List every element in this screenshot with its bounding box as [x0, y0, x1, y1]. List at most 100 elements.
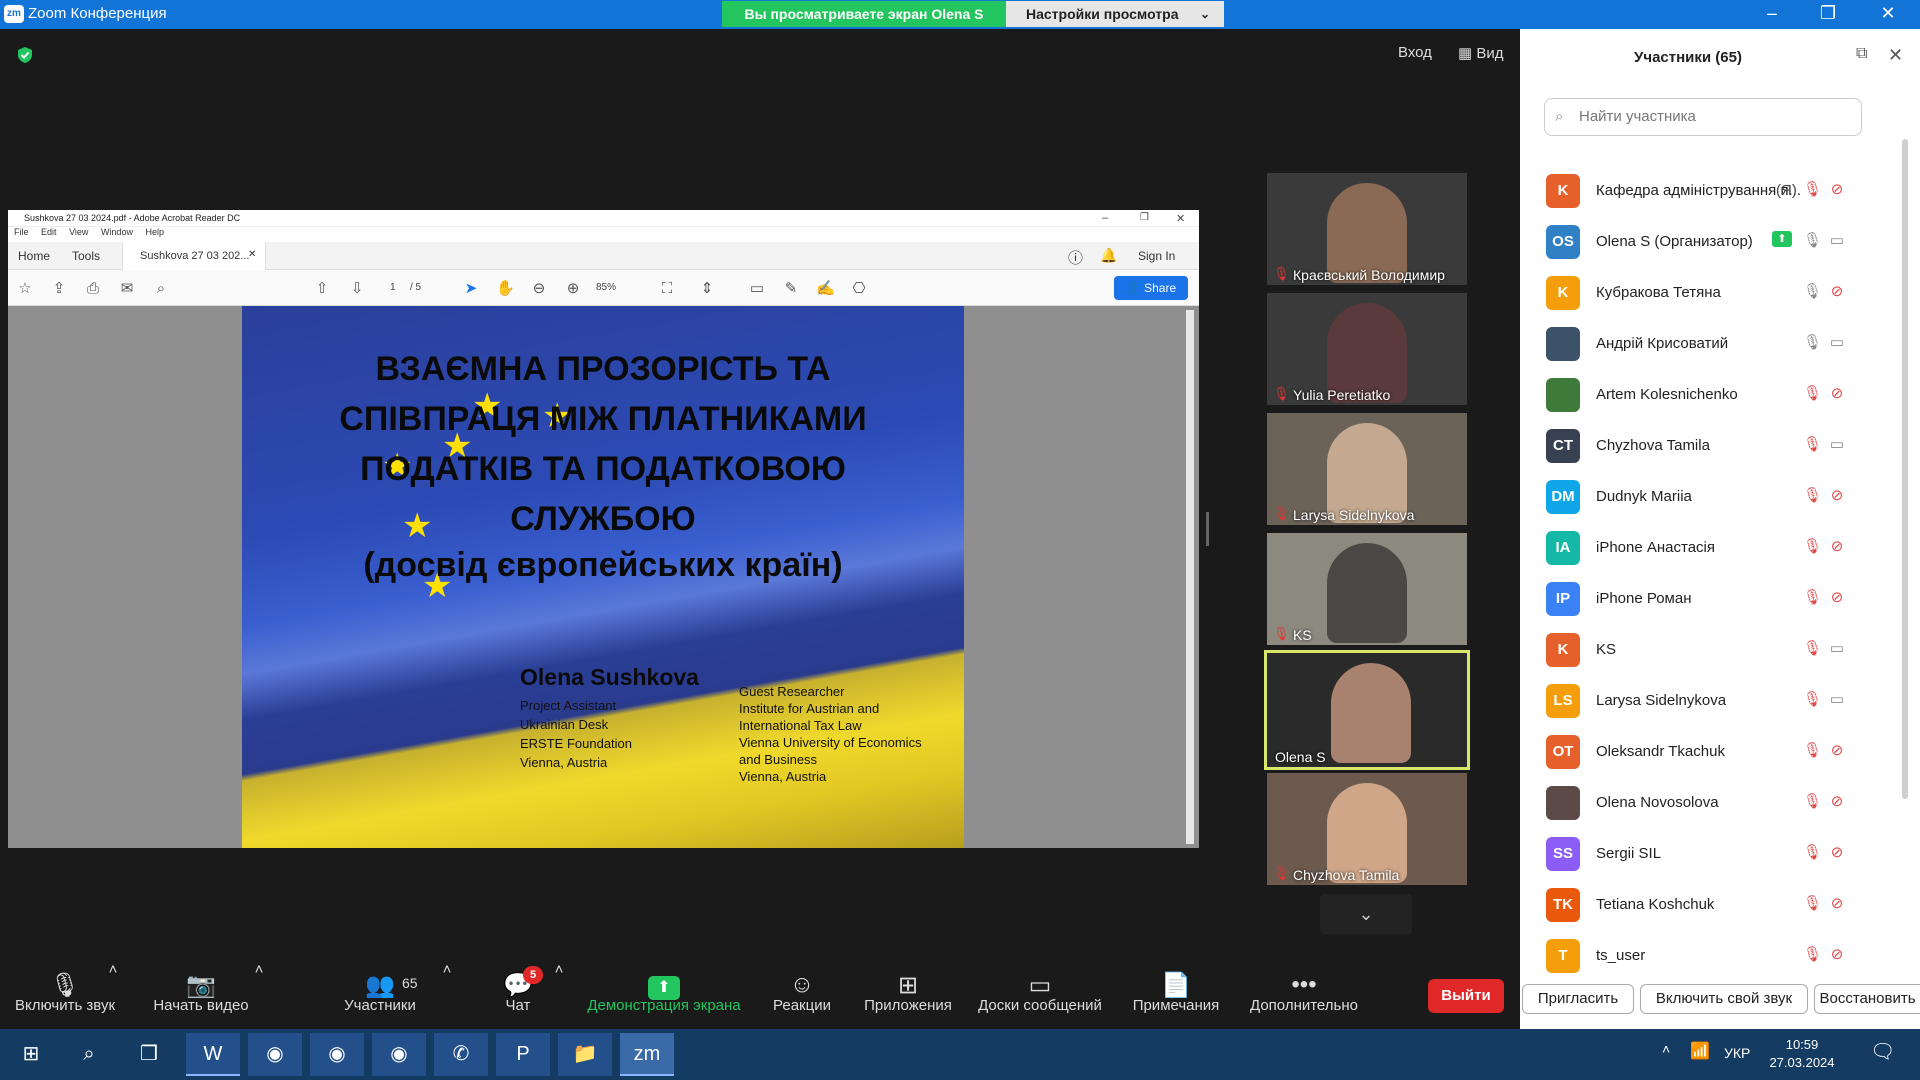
input-language[interactable]: УКР — [1724, 1045, 1750, 1061]
participant-row[interactable]: K KS 🎙 ▭ — [1520, 625, 1900, 676]
video-off-icon[interactable]: ⊘ — [1826, 537, 1848, 555]
viber-app-icon[interactable]: ✆ — [434, 1033, 488, 1076]
chrome-app-icon[interactable]: ◉ — [372, 1033, 426, 1076]
start-video-button[interactable]: 📷 Начать видео — [146, 961, 256, 1029]
popout-icon[interactable]: ⧉ — [1856, 45, 1878, 67]
video-tile[interactable]: 🎙 Краєвський Володимир — [1267, 173, 1467, 285]
video-options-caret-icon[interactable]: ˄ — [254, 961, 264, 978]
restore-icon[interactable]: ❐ — [1808, 3, 1848, 24]
apps-button[interactable]: ⊞ Приложения — [860, 961, 956, 1029]
mic-muted-icon[interactable]: 🎙 — [1803, 894, 1822, 912]
mic-muted-icon[interactable]: 🎙 — [1803, 180, 1822, 198]
video-tile-active-speaker[interactable]: Olena S — [1264, 650, 1470, 770]
mic-muted-icon[interactable]: 🎙 — [1803, 435, 1822, 453]
minimize-icon[interactable]: – — [1752, 3, 1792, 24]
unmute-button[interactable]: 🎙 Включить звук — [10, 961, 120, 1029]
chrome-app-icon[interactable]: ◉ — [310, 1033, 364, 1076]
split-drag-handle[interactable] — [1206, 512, 1209, 546]
task-view-icon[interactable]: ❒ — [122, 1033, 176, 1076]
video-tile[interactable]: 🎙 Larysa Sidelnykova — [1267, 413, 1467, 525]
video-off-icon[interactable]: ⊘ — [1826, 282, 1848, 300]
participant-row[interactable]: Olena Novosolova 🎙 ⊘ — [1520, 778, 1900, 829]
chrome-app-icon[interactable]: ◉ — [248, 1033, 302, 1076]
video-tile[interactable]: 🎙 Chyzhova Tamila — [1267, 773, 1467, 885]
mic-icon[interactable]: 🎙 — [1803, 282, 1822, 300]
windows-start-icon[interactable]: ⊞ — [4, 1033, 58, 1076]
video-off-icon[interactable]: ⊘ — [1826, 588, 1848, 606]
video-tile[interactable]: 🎙 Yulia Peretiatko — [1267, 293, 1467, 405]
close-icon[interactable]: ✕ — [1868, 3, 1908, 24]
participant-row[interactable]: K Кафедра адміністрування п... (Я) 🎙 ⊘ — [1520, 166, 1900, 217]
zoom-app-icon[interactable]: zm — [620, 1033, 674, 1076]
mic-muted-icon[interactable]: 🎙 — [1803, 639, 1822, 657]
notifications-icon[interactable]: 🗨 — [1870, 1039, 1895, 1064]
login-button[interactable]: Вход — [1398, 44, 1432, 61]
video-icon[interactable]: ▭ — [1826, 639, 1848, 657]
participant-row[interactable]: IA iPhone Анастасія 🎙 ⊘ — [1520, 523, 1900, 574]
file-explorer-icon[interactable]: 📁 — [558, 1033, 612, 1076]
participant-row[interactable]: Андрій Крисоватий 🎙 ▭ — [1520, 319, 1900, 370]
whiteboards-button[interactable]: ▭ Доски сообщений — [972, 961, 1108, 1029]
reactions-button[interactable]: ☺ Реакции — [762, 961, 842, 1029]
video-icon[interactable]: ▭ — [1826, 690, 1848, 708]
search-icon[interactable]: ⌕ — [62, 1033, 116, 1076]
leave-button[interactable]: Выйти — [1428, 979, 1504, 1013]
video-icon[interactable]: ▭ — [1826, 435, 1848, 453]
mic-muted-icon[interactable]: 🎙 — [1803, 537, 1822, 555]
share-screen-button[interactable]: ⬆ Демонстрация экрана — [584, 961, 744, 1029]
panel-scrollbar[interactable] — [1902, 139, 1908, 799]
mic-muted-icon[interactable]: 🎙 — [1803, 945, 1822, 963]
mic-muted-icon[interactable]: 🎙 — [1803, 843, 1822, 861]
mic-muted-icon[interactable]: 🎙 — [1803, 486, 1822, 504]
participant-row[interactable]: DM Dudnyk Mariia 🎙 ⊘ — [1520, 472, 1900, 523]
word-app-icon[interactable]: W — [186, 1033, 240, 1076]
video-off-icon[interactable]: ⊘ — [1826, 792, 1848, 810]
mic-icon[interactable]: 🎙 — [1803, 333, 1822, 351]
participant-row[interactable]: TK Tetiana Koshchuk 🎙 ⊘ — [1520, 880, 1900, 931]
participant-row[interactable]: Tts_user 🎙 ⊘ — [1520, 931, 1900, 982]
participant-row[interactable]: CT Chyzhova Tamila 🎙 ▭ — [1520, 421, 1900, 472]
powerpoint-app-icon[interactable]: P — [496, 1033, 550, 1076]
mic-muted-icon[interactable]: 🎙 — [1803, 741, 1822, 759]
video-off-icon[interactable]: ⊘ — [1826, 843, 1848, 861]
video-tile[interactable]: 🎙 KS — [1267, 533, 1467, 645]
video-icon[interactable]: ▭ — [1826, 333, 1848, 351]
participant-row[interactable]: SS Sergii SIL 🎙 ⊘ — [1520, 829, 1900, 880]
video-off-icon[interactable]: ⊘ — [1826, 741, 1848, 759]
more-button[interactable]: ••• Дополнительно — [1246, 961, 1362, 1029]
unmute-self-button[interactable]: Включить свой звук — [1640, 984, 1808, 1014]
video-off-icon[interactable]: ⊘ — [1826, 384, 1848, 402]
invite-button[interactable]: Пригласить — [1522, 984, 1634, 1014]
participants-caret-icon[interactable]: ˄ — [442, 961, 452, 978]
participant-row[interactable]: K Кубракова Тетяна 🎙 ⊘ — [1520, 268, 1900, 319]
video-off-icon[interactable]: ⊘ — [1826, 180, 1848, 198]
mic-muted-icon[interactable]: 🎙 — [1803, 792, 1822, 810]
system-clock[interactable]: 10:59 27.03.2024 — [1762, 1036, 1842, 1072]
more-videos-chevron-icon[interactable]: ⌄ — [1320, 894, 1412, 934]
participant-row[interactable]: IP iPhone Роман 🎙 ⊘ — [1520, 574, 1900, 625]
participant-row[interactable]: OS Olena S (Организатор) ⬆ 🎙 ▭ — [1520, 217, 1900, 268]
participant-row[interactable]: OT Oleksandr Tkachuk 🎙 ⊘ — [1520, 727, 1900, 778]
video-off-icon[interactable]: ⊘ — [1826, 945, 1848, 963]
mic-icon[interactable]: 🎙 — [1803, 231, 1822, 249]
wifi-icon[interactable]: 📶 — [1690, 1041, 1710, 1061]
tray-chevron-icon[interactable]: ˄ — [1662, 1041, 1670, 1057]
view-button[interactable]: ▦ Вид — [1458, 44, 1504, 62]
notes-button[interactable]: 📄 Примечания — [1126, 961, 1226, 1029]
video-off-icon[interactable]: ⊘ — [1826, 894, 1848, 912]
shield-icon[interactable] — [16, 46, 34, 64]
view-settings-dropdown[interactable]: Настройки просмотра ⌄ — [1006, 1, 1224, 27]
chat-caret-icon[interactable]: ˄ — [554, 961, 564, 978]
participant-row[interactable]: LS Larysa Sidelnykova 🎙 ▭ — [1520, 676, 1900, 727]
video-off-icon[interactable]: ⊘ — [1826, 486, 1848, 504]
mic-muted-icon[interactable]: 🎙 — [1803, 384, 1822, 402]
close-icon[interactable]: ✕ — [1888, 45, 1910, 67]
participant-row[interactable]: Artem Kolesnichenko 🎙 ⊘ — [1520, 370, 1900, 421]
video-icon[interactable]: ▭ — [1826, 231, 1848, 249]
participant-search-input[interactable]: ⌕ Найти участника — [1544, 98, 1862, 136]
restore-button[interactable]: Восстановить — [1814, 984, 1920, 1014]
audio-options-caret-icon[interactable]: ˄ — [108, 961, 118, 978]
mic-muted-icon[interactable]: 🎙 — [1803, 588, 1822, 606]
mic-muted-icon[interactable]: 🎙 — [1803, 690, 1822, 708]
participants-button[interactable]: 👥 Участники — [340, 961, 420, 1029]
